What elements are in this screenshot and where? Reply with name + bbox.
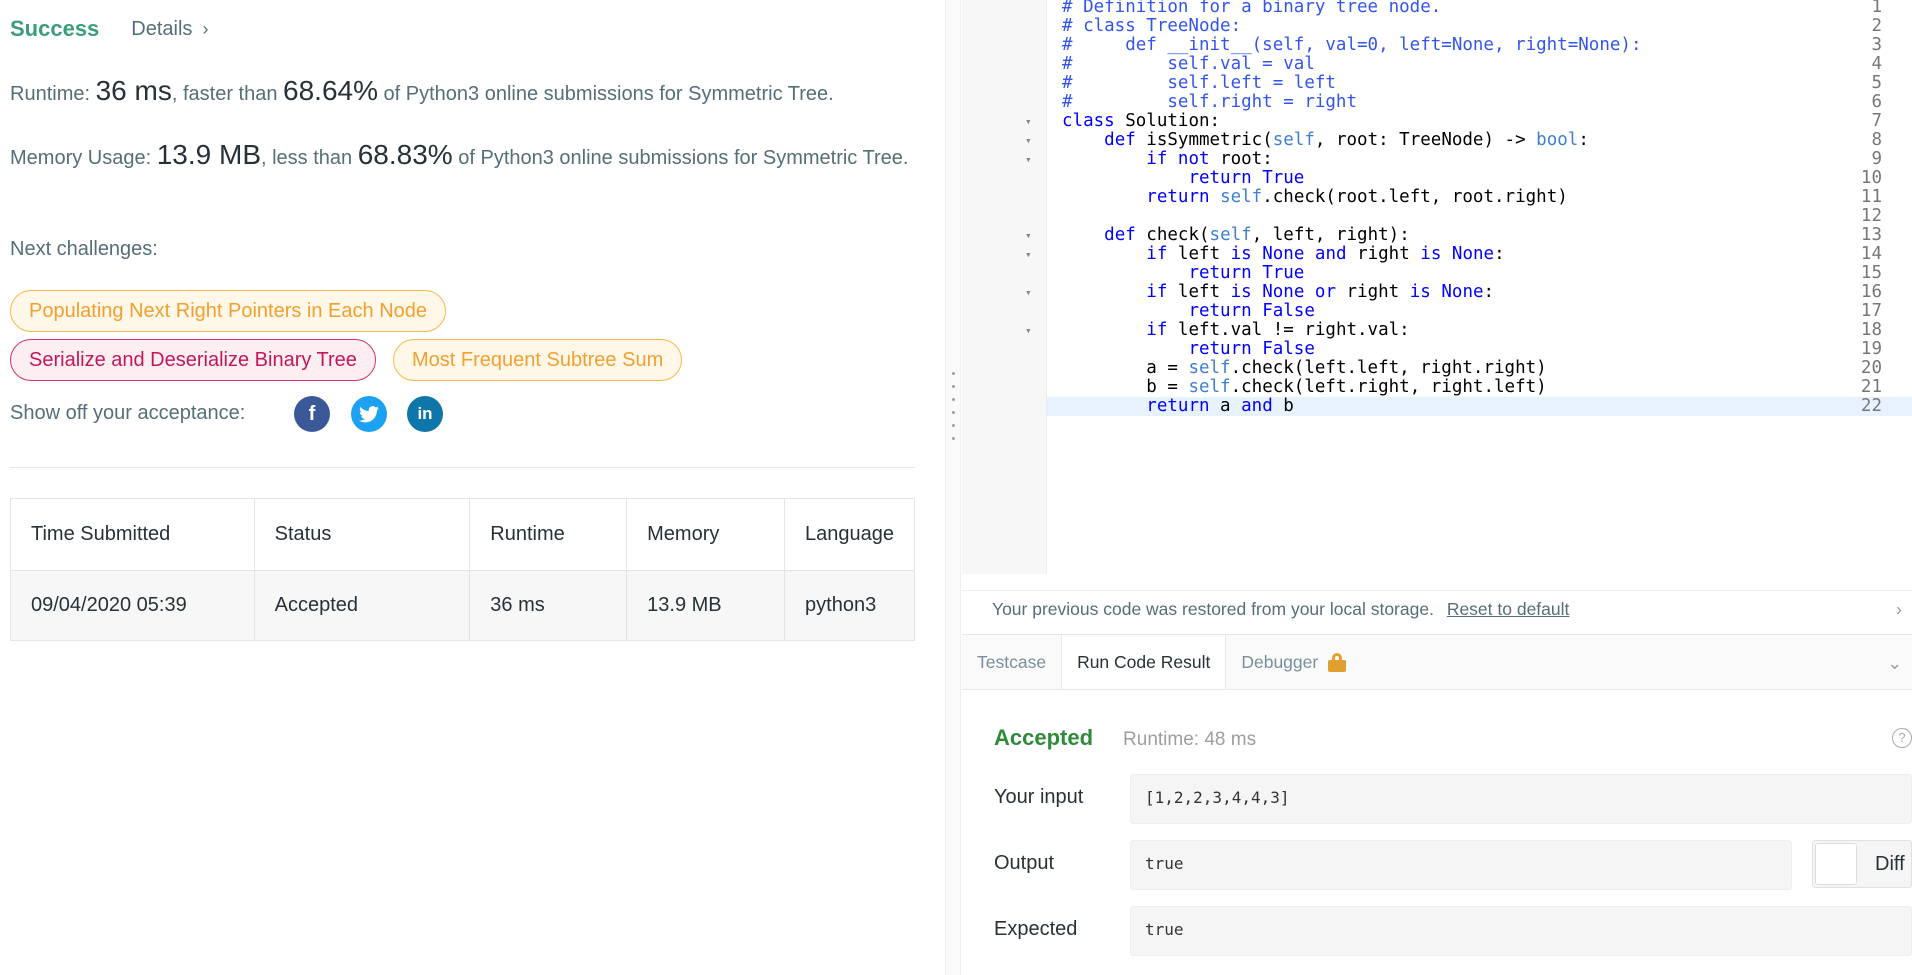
code-editor[interactable]: 1 # Definition for a binary tree node. 2 # …: [962, 0, 1912, 574]
tab-run-code-result[interactable]: Run Code Result: [1061, 635, 1227, 689]
diff-label: Diff: [1875, 853, 1905, 875]
col-runtime: Runtime: [469, 498, 628, 571]
tab-debugger[interactable]: Debugger: [1226, 635, 1361, 689]
details-link[interactable]: Details ›: [131, 18, 208, 41]
memory-mid: , less than: [261, 147, 358, 169]
cell-language: python3: [784, 570, 915, 641]
next-challenges-label: Next challenges:: [10, 238, 158, 260]
reset-to-default-link[interactable]: Reset to default: [1447, 599, 1570, 619]
close-icon[interactable]: ›: [1896, 591, 1902, 627]
success-status: Success: [10, 16, 100, 41]
linkedin-icon[interactable]: in: [407, 396, 443, 432]
cell-time: 09/04/2020 05:39: [10, 570, 255, 641]
runtime-value: 36 ms: [95, 75, 172, 106]
restore-notice: Your previous code was restored from you…: [962, 590, 1912, 636]
col-time-submitted: Time Submitted: [10, 498, 255, 571]
challenge-most-frequent-subtree-sum[interactable]: Most Frequent Subtree Sum: [393, 339, 683, 381]
challenge-populating-next-right-pointers[interactable]: Populating Next Right Pointers in Each N…: [10, 290, 447, 332]
divider: [10, 467, 915, 468]
table-row: 09/04/2020 05:39 Accepted 36 ms 13.9 MB …: [10, 570, 915, 641]
tab-testcase[interactable]: Testcase: [962, 635, 1061, 689]
restore-notice-text: Your previous code was restored from you…: [992, 599, 1434, 619]
challenge-serialize-deserialize-binary-tree[interactable]: Serialize and Deserialize Binary Tree: [10, 339, 376, 381]
table-header-row: Time Submitted Status Runtime Memory Lan…: [10, 498, 915, 571]
panel-splitter[interactable]: [945, 0, 961, 975]
facebook-icon[interactable]: f: [294, 396, 330, 432]
chevron-right-icon: ›: [202, 18, 209, 39]
tab-debugger-label: Debugger: [1241, 652, 1319, 672]
cell-memory: 13.9 MB: [626, 570, 786, 641]
chevron-down-icon[interactable]: ⌄: [1887, 653, 1902, 674]
expected-label: Expected: [994, 918, 1078, 940]
result-status: Accepted: [994, 725, 1094, 750]
runtime-suffix: of Python3 online submissions for Symmet…: [377, 83, 834, 105]
drag-handle-icon: [952, 372, 956, 440]
col-language: Language: [784, 498, 915, 571]
code-text: return a and b: [1146, 396, 1294, 416]
expected-value-box: true: [1130, 906, 1912, 956]
lock-icon: [1328, 653, 1347, 672]
runtime-mid: , faster than: [171, 83, 284, 105]
cell-runtime: 36 ms: [469, 570, 628, 641]
twitter-icon[interactable]: [351, 396, 387, 432]
result-runtime: Runtime: 48 ms: [1123, 729, 1257, 750]
share-label: Show off your acceptance:: [10, 402, 246, 424]
submission-panel: Success Details › Runtime: 36 ms, faster…: [0, 0, 945, 975]
input-value-box: [1,2,2,3,4,4,3]: [1130, 774, 1912, 824]
col-memory: Memory: [626, 498, 786, 571]
memory-stat: Memory Usage: 13.9 MB, less than 68.83% …: [10, 140, 910, 173]
help-icon[interactable]: ?: [1892, 728, 1912, 748]
runtime-label: Runtime:: [10, 83, 96, 105]
runtime-stat: Runtime: 36 ms, faster than 68.64% of Py…: [10, 76, 834, 109]
result-header: Success Details ›: [10, 16, 208, 42]
run-result-header: Accepted Runtime: 48 ms: [994, 725, 1256, 751]
diff-toggle-knob: [1815, 843, 1857, 885]
col-status: Status: [253, 498, 471, 571]
cell-status-link[interactable]: Accepted: [253, 570, 471, 641]
line-number: 22: [1860, 396, 1882, 416]
code-line[interactable]: 22 return a and b: [962, 395, 1912, 418]
input-label: Your input: [994, 786, 1084, 808]
details-label: Details: [131, 17, 193, 40]
output-value-box: true: [1130, 840, 1792, 890]
memory-value: 13.9 MB: [156, 139, 261, 170]
runtime-percent: 68.64%: [283, 75, 378, 106]
submissions-table: Time Submitted Status Runtime Memory Lan…: [10, 498, 915, 641]
memory-percent: 68.83%: [357, 139, 453, 170]
output-label: Output: [994, 852, 1055, 874]
memory-label: Memory Usage:: [10, 147, 157, 169]
console-tabs: Testcase Run Code Result Debugger ⌄: [962, 634, 1912, 690]
memory-suffix: of Python3 online submissions for Symmet…: [452, 147, 909, 169]
diff-toggle[interactable]: Diff: [1812, 840, 1912, 888]
